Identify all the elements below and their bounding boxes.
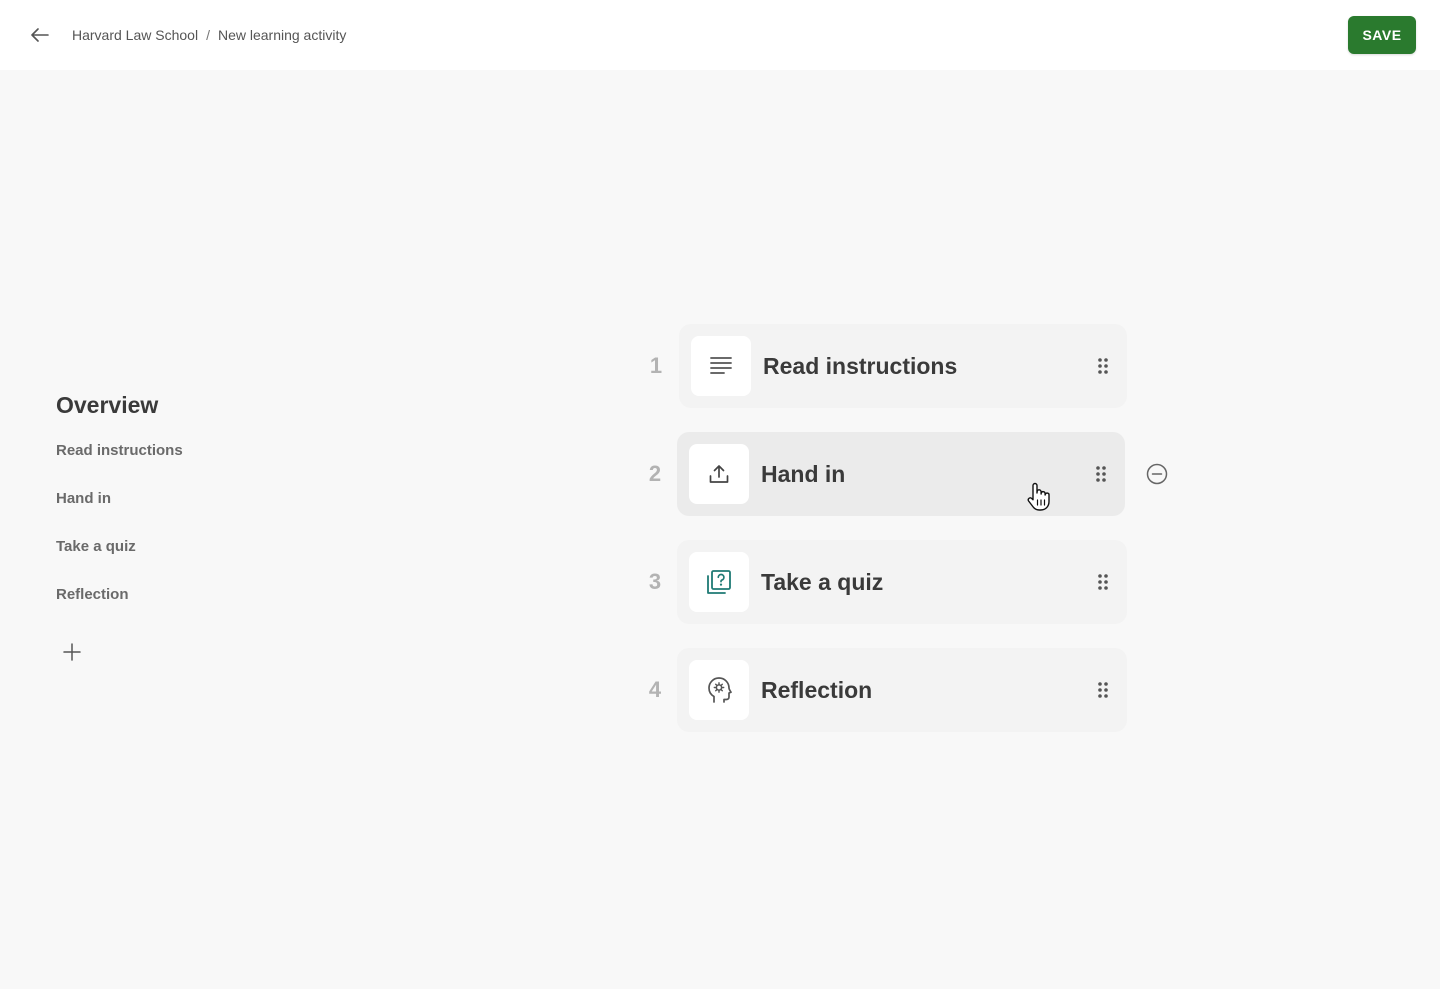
overview-item-hand-in[interactable]: Hand in <box>56 490 356 538</box>
drag-handle[interactable] <box>1089 462 1113 486</box>
step-card-read-instructions[interactable]: Read instructions <box>679 324 1127 408</box>
overview-item-read-instructions[interactable]: Read instructions <box>56 442 356 490</box>
step-icon-box <box>689 660 749 720</box>
step-title: Take a quiz <box>761 568 884 595</box>
drag-handle-icon <box>1098 574 1108 590</box>
breadcrumb: Harvard Law School / New learning activi… <box>72 26 346 44</box>
minus-circle-icon <box>1146 463 1168 485</box>
back-button[interactable] <box>26 21 54 49</box>
breadcrumb-item-activity: New learning activity <box>217 27 347 43</box>
quiz-icon <box>707 570 731 594</box>
step-number: 3 <box>648 569 662 594</box>
text-lines-icon <box>710 357 732 374</box>
remove-step-button[interactable] <box>1146 463 1168 485</box>
step-icon-box <box>689 444 749 504</box>
breadcrumb-item-school[interactable]: Harvard Law School <box>72 27 198 43</box>
add-step-button[interactable] <box>60 640 84 664</box>
drag-handle-icon <box>1098 358 1108 374</box>
step-icon-box <box>691 336 751 396</box>
drag-handle-icon <box>1096 466 1106 482</box>
step-card-hand-in[interactable]: Hand in <box>677 432 1125 516</box>
overview-title: Overview <box>56 392 159 418</box>
upload-icon <box>709 465 729 483</box>
overview-panel: Overview Read instructions Hand in Take … <box>56 390 356 634</box>
overview-item-reflection[interactable]: Reflection <box>56 586 356 634</box>
step-card-take-a-quiz[interactable]: Take a quiz <box>677 540 1127 624</box>
breadcrumb-separator: / <box>206 27 210 43</box>
arrow-left-icon <box>31 28 49 42</box>
step-icon-box <box>689 552 749 612</box>
step-title: Reflection <box>761 676 873 703</box>
step-number: 2 <box>648 461 662 486</box>
step-title: Read instructions <box>763 352 958 379</box>
overview-list: Read instructions Hand in Take a quiz Re… <box>56 442 356 634</box>
drag-handle-icon <box>1098 682 1108 698</box>
plus-icon <box>63 643 81 661</box>
step-card-reflection[interactable]: Reflection <box>677 648 1127 732</box>
drag-handle[interactable] <box>1091 354 1115 378</box>
drag-handle[interactable] <box>1091 678 1115 702</box>
step-title: Hand in <box>761 460 846 487</box>
step-number: 4 <box>648 677 662 702</box>
save-button[interactable]: SAVE <box>1348 16 1416 54</box>
overview-item-take-a-quiz[interactable]: Take a quiz <box>56 538 356 586</box>
top-bar: Harvard Law School / New learning activi… <box>0 0 1440 70</box>
drag-handle[interactable] <box>1091 570 1115 594</box>
step-number: 1 <box>649 353 663 378</box>
head-gear-icon <box>708 677 732 703</box>
